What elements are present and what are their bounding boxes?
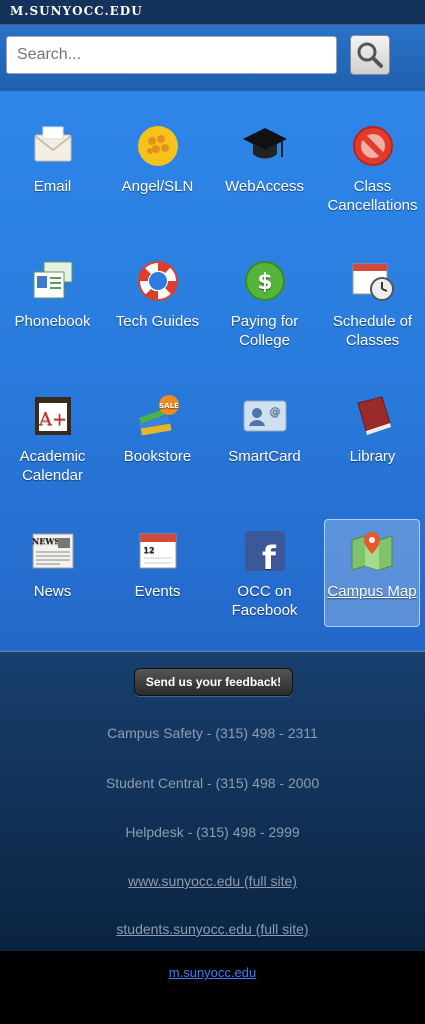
- dollar-icon: $: [244, 261, 285, 301]
- map-icon: [351, 532, 393, 571]
- search-bar: [0, 25, 425, 91]
- site-header: M.SUNYOCC.EDU: [0, 0, 425, 25]
- email-icon: [33, 126, 72, 162]
- tile-angel-sln[interactable]: Angel/SLN: [105, 123, 210, 196]
- svg-text:12: 12: [143, 546, 154, 555]
- app-grid: Email Angel/SLN WebAccess Class Cancella…: [0, 91, 425, 651]
- tile-smartcard[interactable]: @ SmartCard: [212, 393, 317, 466]
- tile-phonebook[interactable]: Phonebook: [0, 258, 105, 331]
- book-icon: [356, 396, 391, 435]
- mobile-site-link[interactable]: m.sunyocc.edu: [0, 965, 425, 980]
- tile-campus-map[interactable]: Campus Map: [324, 519, 420, 627]
- phonebook-icon: [33, 261, 72, 299]
- students-site-link[interactable]: students.sunyocc.edu (full site): [0, 921, 425, 937]
- a-plus-calendar-icon: A+: [34, 397, 71, 435]
- search-icon: [357, 42, 383, 68]
- calendar-clock-icon: [352, 263, 394, 301]
- newspaper-icon: NEWS: [31, 533, 73, 569]
- svg-text:$: $: [257, 270, 272, 295]
- feedback-button[interactable]: Send us your feedback!: [134, 668, 293, 696]
- footer: Send us your feedback! Campus Safety - (…: [0, 651, 425, 952]
- tile-paying-for-college[interactable]: $ Paying for College: [212, 258, 317, 350]
- tile-schedule-of-classes[interactable]: Schedule of Classes: [320, 258, 425, 350]
- svg-text:SALE: SALE: [159, 402, 179, 410]
- search-button[interactable]: [350, 35, 390, 75]
- search-input[interactable]: [6, 36, 337, 74]
- svg-text:A+: A+: [37, 409, 66, 430]
- svg-text:@: @: [269, 405, 280, 418]
- id-card-icon: @: [243, 400, 286, 432]
- tile-bookstore[interactable]: SALE Bookstore: [105, 393, 210, 466]
- campus-safety-phone[interactable]: Campus Safety - (315) 498 - 2311: [0, 725, 425, 741]
- tile-webaccess[interactable]: WebAccess: [212, 123, 317, 196]
- tile-academic-calendar[interactable]: A+ Academic Calendar: [0, 393, 105, 485]
- angel-icon: [137, 126, 178, 166]
- life-ring-icon: [137, 261, 178, 301]
- books-sale-icon: SALE: [138, 395, 179, 436]
- student-central-phone[interactable]: Student Central - (315) 498 - 2000: [0, 775, 425, 791]
- facebook-icon: f: [244, 531, 285, 574]
- svg-text:NEWS: NEWS: [31, 536, 59, 546]
- graduation-cap-icon: [242, 128, 287, 159]
- tile-news[interactable]: NEWS News: [0, 528, 105, 601]
- calendar-icon: 12: [139, 533, 176, 569]
- bottom-bar: m.sunyocc.edu: [0, 951, 425, 1024]
- tile-library[interactable]: Library: [320, 393, 425, 466]
- svg-text:f: f: [262, 539, 277, 574]
- no-entry-icon: [352, 126, 393, 166]
- site-title: M.SUNYOCC.EDU: [10, 4, 143, 18]
- tile-email[interactable]: Email: [0, 123, 105, 196]
- tile-occ-on-facebook[interactable]: f OCC on Facebook: [212, 528, 317, 620]
- tile-events[interactable]: 12 Events: [105, 528, 210, 601]
- tile-class-cancellations[interactable]: Class Cancellations: [320, 123, 425, 215]
- full-site-link[interactable]: www.sunyocc.edu (full site): [0, 873, 425, 889]
- helpdesk-phone[interactable]: Helpdesk - (315) 498 - 2999: [0, 824, 425, 840]
- tile-tech-guides[interactable]: Tech Guides: [105, 258, 210, 331]
